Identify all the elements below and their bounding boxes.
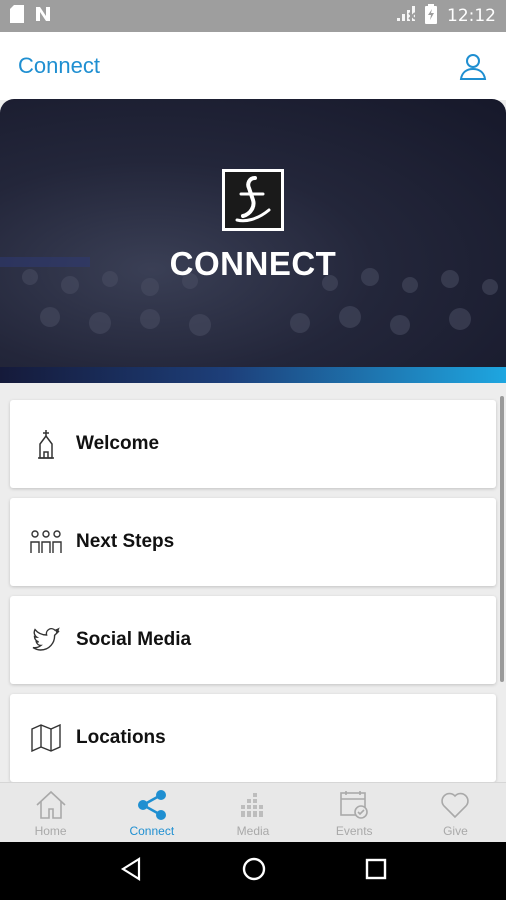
media-icon bbox=[236, 788, 270, 822]
nav-events[interactable]: Events bbox=[304, 783, 405, 842]
menu-item-social-media[interactable]: Social Media bbox=[10, 596, 496, 684]
menu-item-label: Social Media bbox=[76, 629, 192, 650]
menu-item-next-steps[interactable]: Next Steps bbox=[10, 498, 496, 586]
home-icon bbox=[34, 788, 68, 822]
nav-label: Connect bbox=[129, 823, 175, 838]
nav-media[interactable]: Media bbox=[202, 783, 303, 842]
people-icon bbox=[30, 526, 62, 558]
nav-label: Events bbox=[335, 823, 373, 838]
nav-label: Media bbox=[236, 823, 270, 838]
menu-item-label: Locations bbox=[76, 727, 166, 748]
status-bar: 12:12 bbox=[0, 0, 506, 32]
church-icon bbox=[30, 428, 62, 460]
calendar-icon bbox=[337, 788, 371, 822]
system-nav-bar bbox=[0, 842, 506, 900]
user-icon[interactable] bbox=[458, 51, 488, 81]
menu-item-welcome[interactable]: Welcome bbox=[10, 400, 496, 488]
nav-label: Home bbox=[34, 823, 67, 838]
scrollbar[interactable] bbox=[500, 396, 504, 682]
hero-title: CONNECT bbox=[169, 245, 337, 282]
signal-icon bbox=[395, 5, 416, 28]
menu-item-locations[interactable]: Locations bbox=[10, 694, 496, 782]
menu-item-label: Welcome bbox=[76, 433, 160, 454]
nav-give[interactable]: Give bbox=[405, 783, 506, 842]
hero-accent-stripe bbox=[0, 367, 506, 383]
hero-banner: CONNECT bbox=[0, 99, 506, 383]
recents-icon[interactable] bbox=[365, 858, 387, 885]
back-icon[interactable] bbox=[119, 856, 143, 886]
sd-card-icon bbox=[10, 4, 24, 28]
status-time: 12:12 bbox=[447, 6, 496, 26]
nav-connect[interactable]: Connect bbox=[101, 783, 202, 842]
notification-n-icon bbox=[34, 5, 52, 28]
church-logo-icon bbox=[222, 169, 284, 231]
app-bar: Connect bbox=[0, 32, 506, 100]
nav-home[interactable]: Home bbox=[0, 783, 101, 842]
menu-item-label: Next Steps bbox=[76, 531, 175, 552]
page-title: Connect bbox=[18, 53, 100, 78]
map-icon bbox=[30, 722, 62, 754]
twitter-icon bbox=[30, 624, 62, 656]
bottom-nav: Home Connect Media Events Give bbox=[0, 782, 506, 842]
home-circle-icon[interactable] bbox=[241, 856, 267, 887]
menu-list: Welcome Next Steps Social Media Location… bbox=[10, 400, 496, 792]
share-icon bbox=[135, 788, 169, 822]
nav-label: Give bbox=[443, 823, 468, 838]
battery-icon bbox=[425, 3, 437, 29]
heart-icon bbox=[438, 788, 472, 822]
